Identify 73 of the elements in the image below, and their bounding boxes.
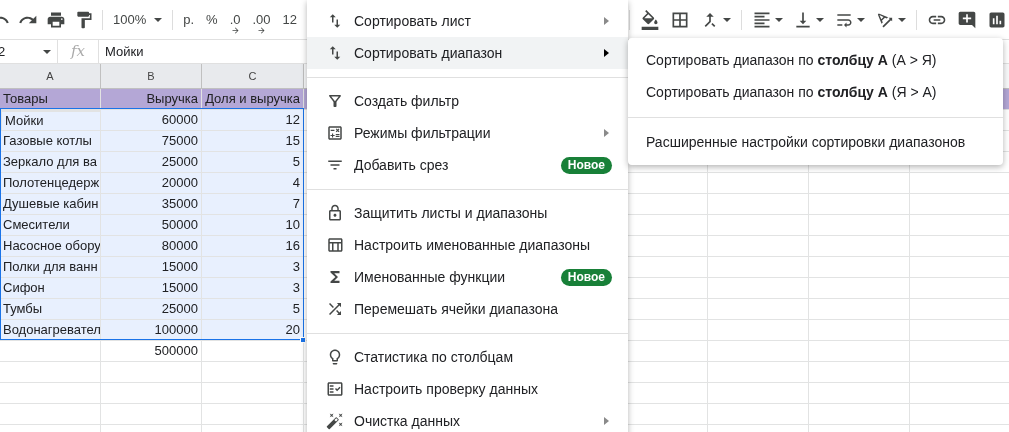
table-cell[interactable]: Полотенцедерж	[0, 173, 101, 194]
zoom-dropdown[interactable]: 100%	[111, 9, 165, 30]
new-badge: Новое	[560, 156, 612, 174]
table-cell[interactable]: 20	[202, 320, 304, 341]
table-cell[interactable]: 5	[202, 299, 304, 320]
menu-item[interactable]: Сортировать диапазон	[307, 37, 628, 69]
table-cell[interactable]: Сифон	[0, 278, 101, 299]
submenu-item[interactable]: Расширенные настройки сортировки диапазонов	[628, 126, 1003, 158]
table-cell[interactable]: 500000	[101, 341, 202, 362]
menu-label: Настроить именованные диапазоны	[354, 235, 592, 255]
table-cell[interactable]: 7	[202, 194, 304, 215]
menu-item[interactable]: Режимы фильтрации	[307, 117, 628, 149]
menu-label: Сортировать диапазон	[354, 43, 504, 63]
menu-item[interactable]: Настроить проверку данных	[307, 373, 628, 405]
menu-label: Защитить листы и диапазоны	[354, 203, 549, 223]
table-cell[interactable]: 25000	[101, 299, 202, 320]
submenu-item[interactable]: Сортировать диапазон по столбцу A (А > Я)	[628, 44, 1003, 76]
table-cell[interactable]: 10	[202, 215, 304, 236]
table-cell[interactable]: 3	[202, 278, 304, 299]
menu-item[interactable]: Настроить именованные диапазоны	[307, 229, 628, 261]
column-header[interactable]: B	[101, 64, 202, 88]
table-cell[interactable]: Тумбы	[0, 299, 101, 320]
table-cell[interactable]: 15	[202, 131, 304, 152]
menu-label: Сортировать лист	[354, 11, 472, 31]
menu-label: Режимы фильтрации	[354, 123, 492, 143]
table-cell[interactable]: Зеркало для ва	[0, 152, 101, 173]
menu-item[interactable]: Сортировать лист	[307, 5, 628, 37]
table-cell[interactable]: Душевые кабин	[0, 194, 101, 215]
table-cell[interactable]: Водонагревател	[0, 320, 101, 341]
table-cell[interactable]: Мойки	[0, 110, 101, 131]
table-cell[interactable]: 75000	[101, 131, 202, 152]
menu-label: Именованные функции	[354, 267, 507, 287]
menu-item[interactable]: Создать фильтр	[307, 85, 628, 117]
table-cell[interactable]: 16	[202, 236, 304, 257]
table-cell[interactable]: 5	[202, 152, 304, 173]
table-cell[interactable]: 100000	[101, 320, 202, 341]
fx-label: fx	[58, 40, 99, 63]
table-cell[interactable]: 3	[202, 257, 304, 278]
table-cell[interactable]: 80000	[101, 236, 202, 257]
column-header[interactable]: A	[0, 64, 101, 88]
menu-item[interactable]: Перемешать ячейки диапазона	[307, 293, 628, 325]
table-cell[interactable]: Насосное обору	[0, 236, 101, 257]
submenu-item[interactable]: Сортировать диапазон по столбцу A (Я > А)	[628, 76, 1003, 108]
table-cell[interactable]: 50000	[101, 215, 202, 236]
menu-item[interactable]: Статистика по столбцам	[307, 341, 628, 373]
column-header[interactable]: C	[202, 64, 304, 88]
format-button[interactable]: .00	[250, 13, 273, 26]
menu-label: Очистка данных	[354, 411, 461, 431]
table-cell[interactable]: 35000	[101, 194, 202, 215]
menu-item[interactable]: Именованные функции Новое	[307, 261, 628, 293]
menu-label: Добавить срез	[354, 155, 450, 175]
new-badge: Новое	[560, 268, 612, 286]
menu-label: Создать фильтр	[354, 91, 460, 111]
menu-item[interactable]: Очистка данных	[307, 405, 628, 432]
format-button[interactable]: .0	[227, 13, 243, 26]
table-cell[interactable]: Газовые котлы	[0, 131, 101, 152]
format-button[interactable]: %	[204, 13, 220, 26]
table-cell[interactable]: 12	[202, 110, 304, 131]
menu-label: Перемешать ячейки диапазона	[354, 299, 559, 319]
table-cell[interactable]: Смесители	[0, 215, 101, 236]
menu-item[interactable]: Добавить срез Новое	[307, 149, 628, 181]
table-cell[interactable]: 25000	[101, 152, 202, 173]
table-cell[interactable]: 60000	[101, 110, 202, 131]
table-cell[interactable]: 15000	[101, 278, 202, 299]
format-button[interactable]: 12	[280, 13, 300, 26]
table-cell[interactable]: 15000	[101, 257, 202, 278]
format-button[interactable]: р.	[181, 13, 197, 26]
menu-label: Настроить проверку данных	[354, 379, 539, 399]
menu-item[interactable]: Защитить листы и диапазоны	[307, 197, 628, 229]
menu-label: Статистика по столбцам	[354, 347, 515, 367]
table-cell[interactable]: 20000	[101, 173, 202, 194]
table-cell[interactable]: Полки для ванн	[0, 257, 101, 278]
table-cell[interactable]: 4	[202, 173, 304, 194]
